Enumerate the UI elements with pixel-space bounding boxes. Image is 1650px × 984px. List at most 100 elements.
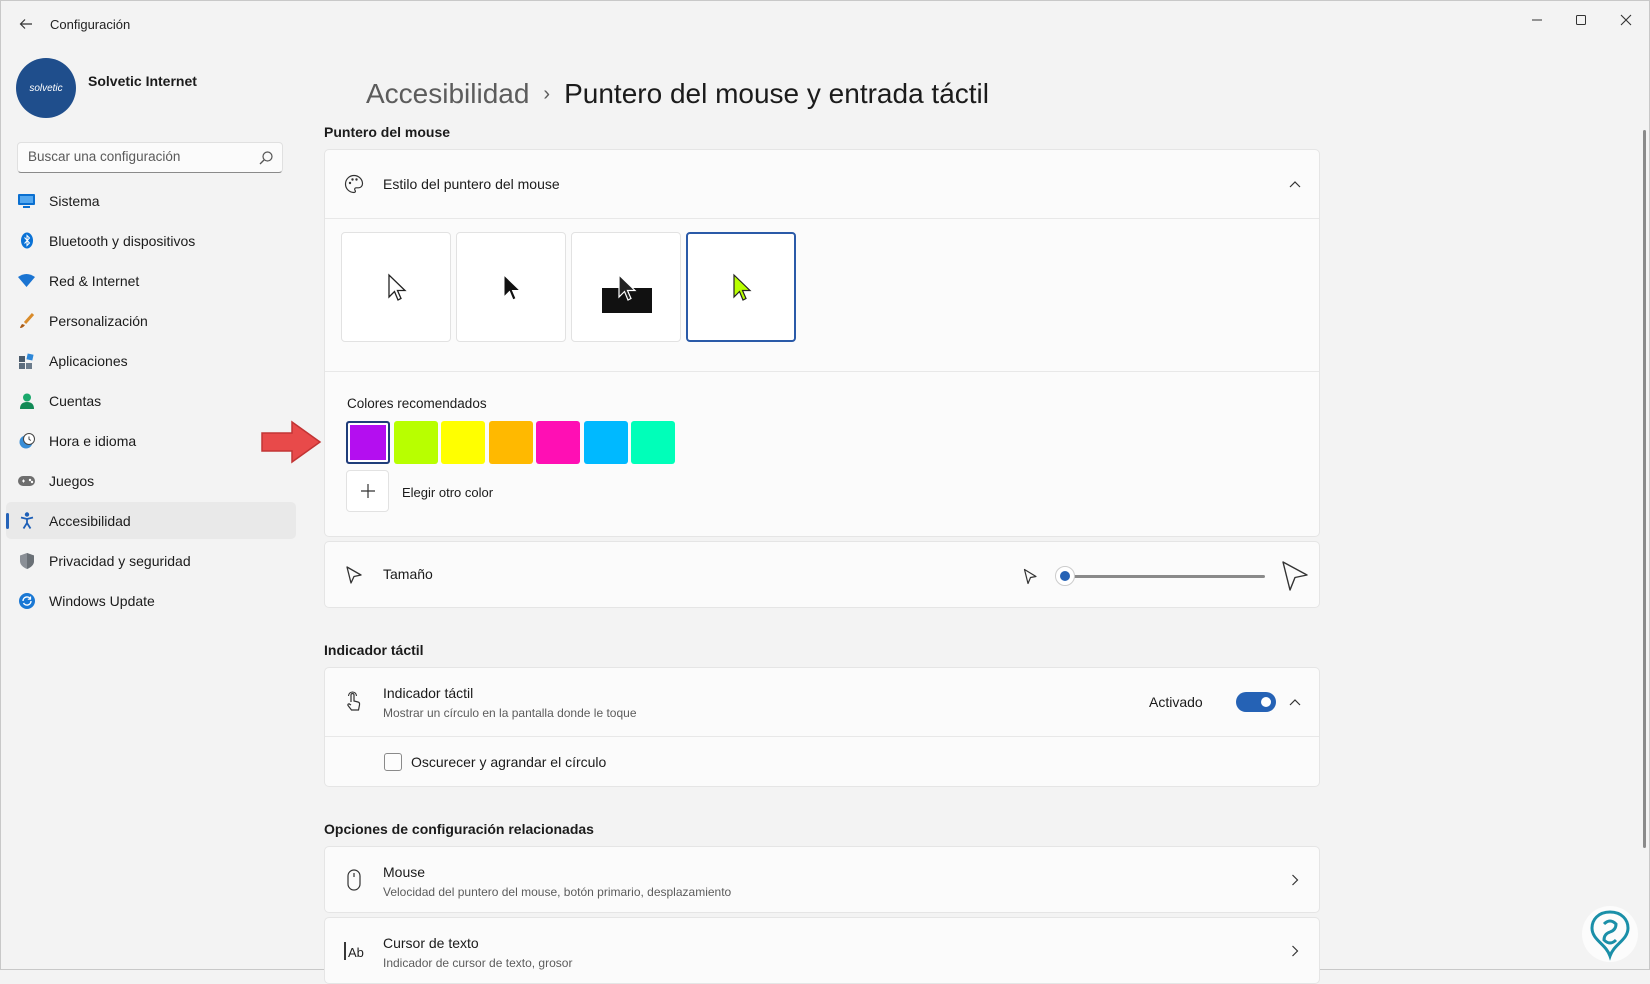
small-pointer-icon [1023, 568, 1038, 590]
divider [325, 371, 1319, 372]
scrollbar[interactable] [1643, 130, 1646, 848]
related-text-cursor-title: Cursor de texto [383, 935, 479, 951]
section-title-pointer: Puntero del mouse [324, 124, 451, 140]
related-text-cursor-card[interactable]: Ab Cursor de texto Indicador de cursor d… [324, 917, 1320, 984]
inverted-cursor-icon [618, 273, 637, 301]
chevron-up-icon[interactable] [1288, 695, 1302, 709]
bluetooth-icon [18, 232, 35, 249]
breadcrumb-separator: › [543, 83, 551, 105]
sidebar-item-cuentas[interactable]: Cuentas [6, 382, 296, 419]
sidebar-item-aplicaciones[interactable]: Aplicaciones [6, 342, 296, 379]
touch-indicator-toggle[interactable] [1236, 692, 1276, 712]
sidebar-item-label: Accesibilidad [49, 512, 131, 529]
user-name: Solvetic Internet [88, 73, 197, 89]
title-bar: Configuración [0, 0, 1650, 48]
recommended-colors-label: Colores recomendados [347, 396, 487, 411]
sidebar-item-label: Bluetooth y dispositivos [49, 232, 196, 249]
plus-icon [360, 484, 375, 498]
pointer-style-card: Estilo del puntero del mouse Colores rec… [324, 149, 1320, 537]
pointer-style-black[interactable] [456, 232, 566, 342]
search-input[interactable] [28, 149, 248, 164]
breadcrumb-parent-link[interactable]: Accesibilidad [366, 78, 529, 109]
chevron-right-icon [1288, 944, 1302, 958]
maximize-icon [1576, 15, 1586, 25]
color-swatch[interactable] [583, 421, 628, 464]
chevron-up-icon[interactable] [1288, 177, 1302, 191]
chevron-right-icon [1288, 873, 1302, 887]
maximize-button[interactable] [1558, 6, 1604, 34]
sidebar-item-label: Privacidad y seguridad [49, 552, 191, 569]
pick-other-color-button[interactable] [346, 470, 389, 512]
sidebar-item-privacidad[interactable]: Privacidad y seguridad [6, 542, 296, 579]
size-slider-track[interactable] [1065, 575, 1265, 578]
touch-indicator-subtitle: Mostrar un círculo en la pantalla donde … [383, 706, 637, 720]
avatar[interactable]: solvetic [16, 58, 76, 118]
brush-icon [18, 312, 35, 329]
back-button[interactable] [14, 12, 38, 36]
sidebar-item-label: Aplicaciones [49, 352, 128, 369]
sidebar-item-label: Red & Internet [49, 272, 140, 289]
pointer-style-header[interactable]: Estilo del puntero del mouse [325, 150, 1319, 218]
black-cursor-icon [503, 273, 522, 301]
section-title-touch: Indicador táctil [324, 642, 424, 658]
minimize-button[interactable] [1514, 6, 1560, 34]
color-swatch[interactable] [346, 421, 390, 464]
pointer-style-title: Estilo del puntero del mouse [383, 176, 560, 192]
pointer-style-inverted[interactable] [571, 232, 681, 342]
related-text-cursor-subtitle: Indicador de cursor de texto, grosor [383, 956, 573, 970]
search-box[interactable] [17, 142, 283, 173]
pointer-size-label: Tamaño [383, 566, 433, 582]
apps-icon [18, 352, 35, 369]
sidebar-item-windows-update[interactable]: Windows Update [6, 582, 296, 619]
update-icon [18, 592, 35, 609]
related-mouse-title: Mouse [383, 864, 426, 880]
darken-enlarge-checkbox[interactable] [384, 753, 402, 771]
mouse-icon [343, 869, 365, 891]
sidebar-item-hora[interactable]: Hora e idioma [6, 422, 296, 459]
sidebar-item-accesibilidad[interactable]: Accesibilidad [6, 502, 296, 539]
sidebar-item-red[interactable]: Red & Internet [6, 262, 296, 299]
close-icon [1620, 14, 1632, 26]
touch-hand-icon [343, 691, 365, 713]
gamepad-icon [18, 472, 35, 489]
color-swatch[interactable] [488, 421, 533, 464]
pointer-outline-icon [343, 564, 365, 586]
touch-indicator-row[interactable]: Indicador táctil Mostrar un círculo en l… [325, 668, 1319, 736]
sidebar-item-label: Juegos [49, 472, 95, 489]
minimize-icon [1532, 19, 1542, 21]
sidebar-item-label: Hora e idioma [49, 432, 137, 449]
page-title: Puntero del mouse y entrada táctil [564, 78, 990, 109]
breadcrumb: Accesibilidad › Puntero del mouse y entrad… [366, 78, 989, 110]
sidebar-item-bluetooth[interactable]: Bluetooth y dispositivos [6, 222, 296, 259]
pointer-style-white[interactable] [341, 232, 451, 342]
divider [325, 736, 1319, 737]
section-title-related: Opciones de configuración relacionadas [324, 821, 594, 837]
color-swatch[interactable] [631, 421, 675, 464]
pointer-style-custom[interactable] [686, 232, 796, 342]
related-mouse-card[interactable]: Mouse Velocidad del puntero del mouse, b… [324, 846, 1320, 913]
avatar-logo-text: solvetic [29, 82, 63, 94]
pick-other-color-label: Elegir otro color [402, 485, 494, 500]
color-swatch[interactable] [393, 421, 438, 464]
search-icon [259, 151, 273, 165]
shield-icon [18, 552, 35, 569]
accessibility-icon [18, 512, 35, 529]
sidebar-item-sistema[interactable]: Sistema [6, 182, 296, 219]
white-cursor-icon [388, 273, 407, 301]
text-cursor-icon: Ab [343, 940, 369, 962]
touch-indicator-card: Indicador táctil Mostrar un círculo en l… [324, 667, 1320, 787]
touch-indicator-title: Indicador táctil [383, 685, 474, 701]
toggle-state-label: Activado [1149, 694, 1203, 710]
sidebar-item-juegos[interactable]: Juegos [6, 462, 296, 499]
solvetic-logo-watermark [1582, 906, 1638, 962]
size-slider-thumb[interactable] [1055, 566, 1075, 586]
divider [325, 218, 1319, 219]
close-button[interactable] [1603, 6, 1649, 34]
svg-text:Ab: Ab [348, 945, 364, 960]
sidebar-item-personalizacion[interactable]: Personalización [6, 302, 296, 339]
color-swatch[interactable] [441, 421, 485, 464]
color-swatch[interactable] [536, 421, 580, 464]
related-mouse-subtitle: Velocidad del puntero del mouse, botón p… [383, 885, 732, 899]
large-pointer-icon [1281, 560, 1309, 597]
sidebar-item-label: Cuentas [49, 392, 102, 409]
